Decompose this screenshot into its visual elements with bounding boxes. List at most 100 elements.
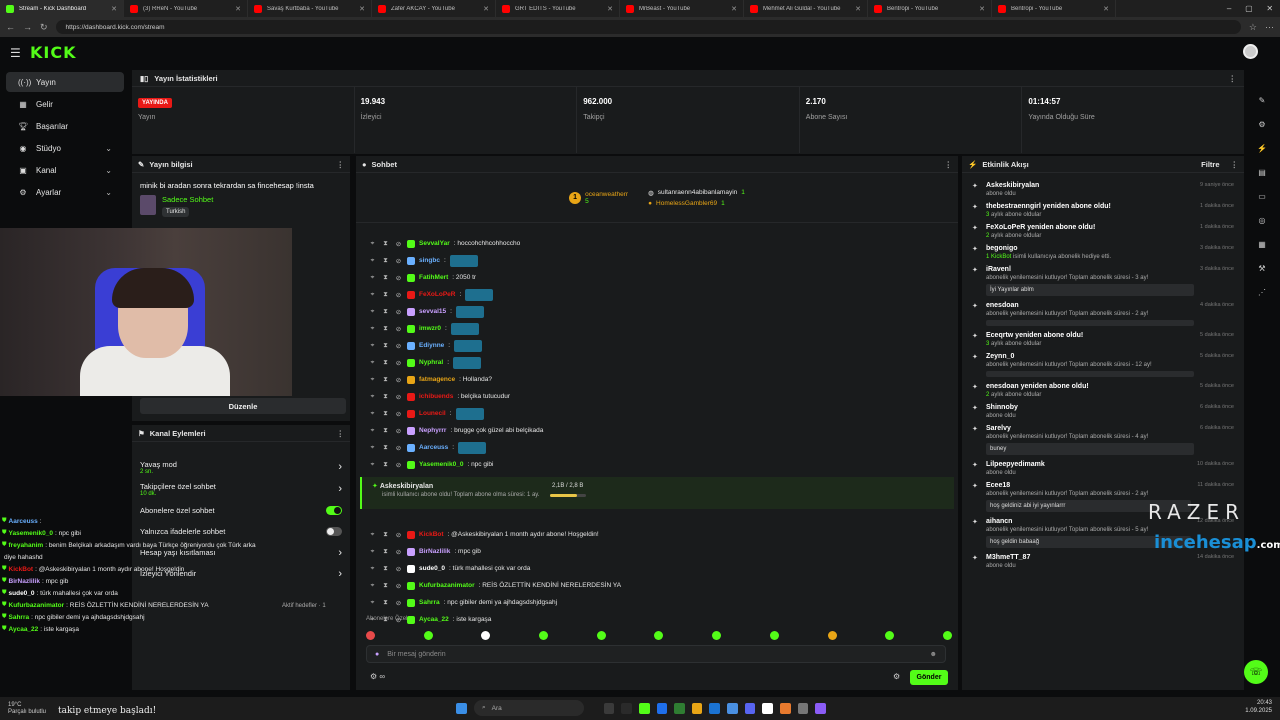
minimize-icon[interactable]: –: [1227, 4, 1231, 13]
leader-name[interactable]: oceanweatherr: [585, 191, 628, 198]
taskbar-app-icon[interactable]: [691, 702, 703, 714]
taskbar-app-icon[interactable]: [797, 702, 809, 714]
chat-username[interactable]: Aycaa_22: [419, 616, 449, 623]
url-input[interactable]: https://dashboard.kick.com/stream: [55, 20, 1241, 34]
pin-icon[interactable]: ⌖: [368, 291, 377, 299]
pin-icon[interactable]: ⌖: [368, 548, 377, 556]
avatar[interactable]: [1243, 44, 1258, 59]
category-name[interactable]: Sadece Sohbet: [162, 195, 213, 204]
pin-icon[interactable]: ⌖: [368, 359, 377, 367]
emote-icon[interactable]: [539, 630, 549, 640]
edit-button[interactable]: Düzenle: [140, 398, 346, 414]
timeout-icon[interactable]: ⧗: [381, 257, 390, 265]
ban-icon[interactable]: ⊘: [394, 410, 403, 418]
close-icon[interactable]: ✕: [1266, 4, 1273, 13]
chat-username[interactable]: sevval15: [419, 308, 446, 315]
chat-username[interactable]: KickBot: [419, 531, 444, 538]
weather-widget[interactable]: 19°C Parçalı bulutlu: [0, 702, 54, 716]
leader-name[interactable]: sultanraenn4abibanlamayin: [658, 189, 738, 196]
timeout-icon[interactable]: ⧗: [381, 461, 390, 469]
tab-close-icon[interactable]: ✕: [483, 5, 489, 13]
timeout-icon[interactable]: ⧗: [381, 531, 390, 539]
browser-tab[interactable]: Savaş Kurtbaba - YouTube ✕: [248, 0, 372, 17]
emote-icon[interactable]: [423, 630, 433, 640]
ban-icon[interactable]: ⊘: [394, 531, 403, 539]
tab-close-icon[interactable]: ✕: [235, 5, 241, 13]
chat-username[interactable]: FeXoLoPeR: [419, 291, 455, 298]
ban-icon[interactable]: ⊘: [394, 427, 403, 435]
tab-close-icon[interactable]: ✕: [855, 5, 861, 13]
back-icon[interactable]: ←: [6, 22, 15, 32]
taskbar-app-icon[interactable]: [815, 702, 826, 714]
activity-event[interactable]: ✦ iRavenl abonelik yenilemesini kutluyor! …: [962, 263, 1244, 299]
tab-close-icon[interactable]: ✕: [111, 5, 117, 13]
chat-username[interactable]: Lounecil: [419, 410, 446, 417]
chat-username[interactable]: Yasemenik0_0: [419, 461, 463, 468]
chat-username[interactable]: BirNazlilik: [419, 548, 450, 555]
ban-icon[interactable]: ⊘: [394, 359, 403, 367]
taskbar-search[interactable]: ⌕ Ara: [474, 700, 584, 716]
pin-icon[interactable]: ⌖: [368, 257, 377, 265]
pin-icon[interactable]: ⌖: [368, 308, 377, 316]
taskbar-app-icon[interactable]: [727, 702, 738, 714]
browser-tab[interactable]: Stream - Kick Dashboard ✕: [0, 0, 124, 17]
sidebar-item[interactable]: ▦ Gelir: [6, 94, 124, 114]
emote-icon[interactable]: [654, 630, 664, 640]
chat-username[interactable]: sude0_0: [419, 565, 445, 572]
browser-tab[interactable]: MrBeast - YouTube ✕: [620, 0, 744, 17]
timeout-icon[interactable]: ⧗: [381, 342, 390, 350]
mic-icon[interactable]: ●: [375, 651, 379, 658]
activity-event[interactable]: ✦ Sarelvy abonelik yenilemesini kutluyor! …: [962, 422, 1244, 458]
chat-username[interactable]: singbc: [419, 257, 440, 264]
document-icon[interactable]: ▤: [1256, 168, 1268, 180]
more-icon[interactable]: ⋮: [1229, 74, 1237, 83]
chat-username[interactable]: SevvalYar: [419, 240, 450, 247]
pin-icon[interactable]: ⌖: [368, 410, 377, 418]
sidebar-item[interactable]: ◉ Stüdyo ⌄: [6, 138, 124, 158]
browser-tab[interactable]: Mehmet Ali Güldal - YouTube ✕: [744, 0, 868, 17]
ban-icon[interactable]: ⊘: [394, 257, 403, 265]
ban-icon[interactable]: ⊘: [394, 291, 403, 299]
timeout-icon[interactable]: ⧗: [381, 393, 390, 401]
ban-icon[interactable]: ⊘: [394, 461, 403, 469]
more-icon[interactable]: ⋮: [337, 429, 345, 438]
send-button[interactable]: Gönder: [910, 670, 948, 685]
activity-event[interactable]: ✦ Eceqrtw yeniden abone oldu! 3 aylık abon…: [962, 329, 1244, 350]
chat-username[interactable]: Ediynne: [419, 342, 444, 349]
ban-icon[interactable]: ⊘: [394, 548, 403, 556]
chat-username[interactable]: ichibuends: [419, 393, 453, 400]
share-icon[interactable]: ⋰: [1256, 288, 1268, 300]
activity-event[interactable]: ✦ enesdoan yeniden abone oldu! 2 aylık abo…: [962, 380, 1244, 401]
taskbar-app-icon[interactable]: [780, 702, 791, 714]
pin-icon[interactable]: ⌖: [368, 427, 377, 435]
taskbar-app-icon[interactable]: [656, 702, 668, 714]
settings-icon[interactable]: ⚙ ∞: [370, 672, 385, 681]
emote-icon[interactable]: [481, 630, 491, 640]
ban-icon[interactable]: ⊘: [394, 565, 403, 573]
browser-tab[interactable]: Zafer AKCAY - YouTube ✕: [372, 0, 496, 17]
pin-icon[interactable]: ⌖: [368, 240, 377, 248]
more-icon[interactable]: ⋮: [945, 160, 953, 169]
sidebar-item[interactable]: ⚙ Ayarlar ⌄: [6, 182, 124, 202]
emoji-icon[interactable]: ☻: [930, 651, 937, 658]
pin-icon[interactable]: ⌖: [368, 274, 377, 282]
pin-icon[interactable]: ⌖: [368, 531, 377, 539]
timeout-icon[interactable]: ⧗: [381, 376, 390, 384]
sub-user[interactable]: Askeskibiryalan: [380, 483, 433, 490]
activity-event[interactable]: ✦ begonigo 1 KickBot isimli kullanıcıya ab…: [962, 242, 1244, 263]
help-button[interactable]: ☏: [1244, 660, 1268, 684]
emote-icon[interactable]: [596, 630, 606, 640]
chat-username[interactable]: Nyphral: [419, 359, 443, 366]
chat-username[interactable]: Sahrra: [419, 599, 440, 606]
leader-name[interactable]: HomelessGambler69: [656, 200, 717, 207]
chat-username[interactable]: Nephyrrr: [419, 427, 446, 434]
gear-icon[interactable]: ⚙: [1256, 120, 1268, 132]
chat-icon[interactable]: ▭: [1256, 192, 1268, 204]
browser-tab[interactable]: Bentropi - YouTube ✕: [868, 0, 992, 17]
sidebar-item[interactable]: ▣ Kanal ⌄: [6, 160, 124, 180]
windows-icon[interactable]: [456, 702, 467, 714]
pin-icon[interactable]: ⌖: [368, 342, 377, 350]
pin-icon[interactable]: ⌖: [368, 393, 377, 401]
pin-icon[interactable]: ⌖: [368, 325, 377, 333]
gear-icon[interactable]: ⚙: [893, 672, 900, 681]
